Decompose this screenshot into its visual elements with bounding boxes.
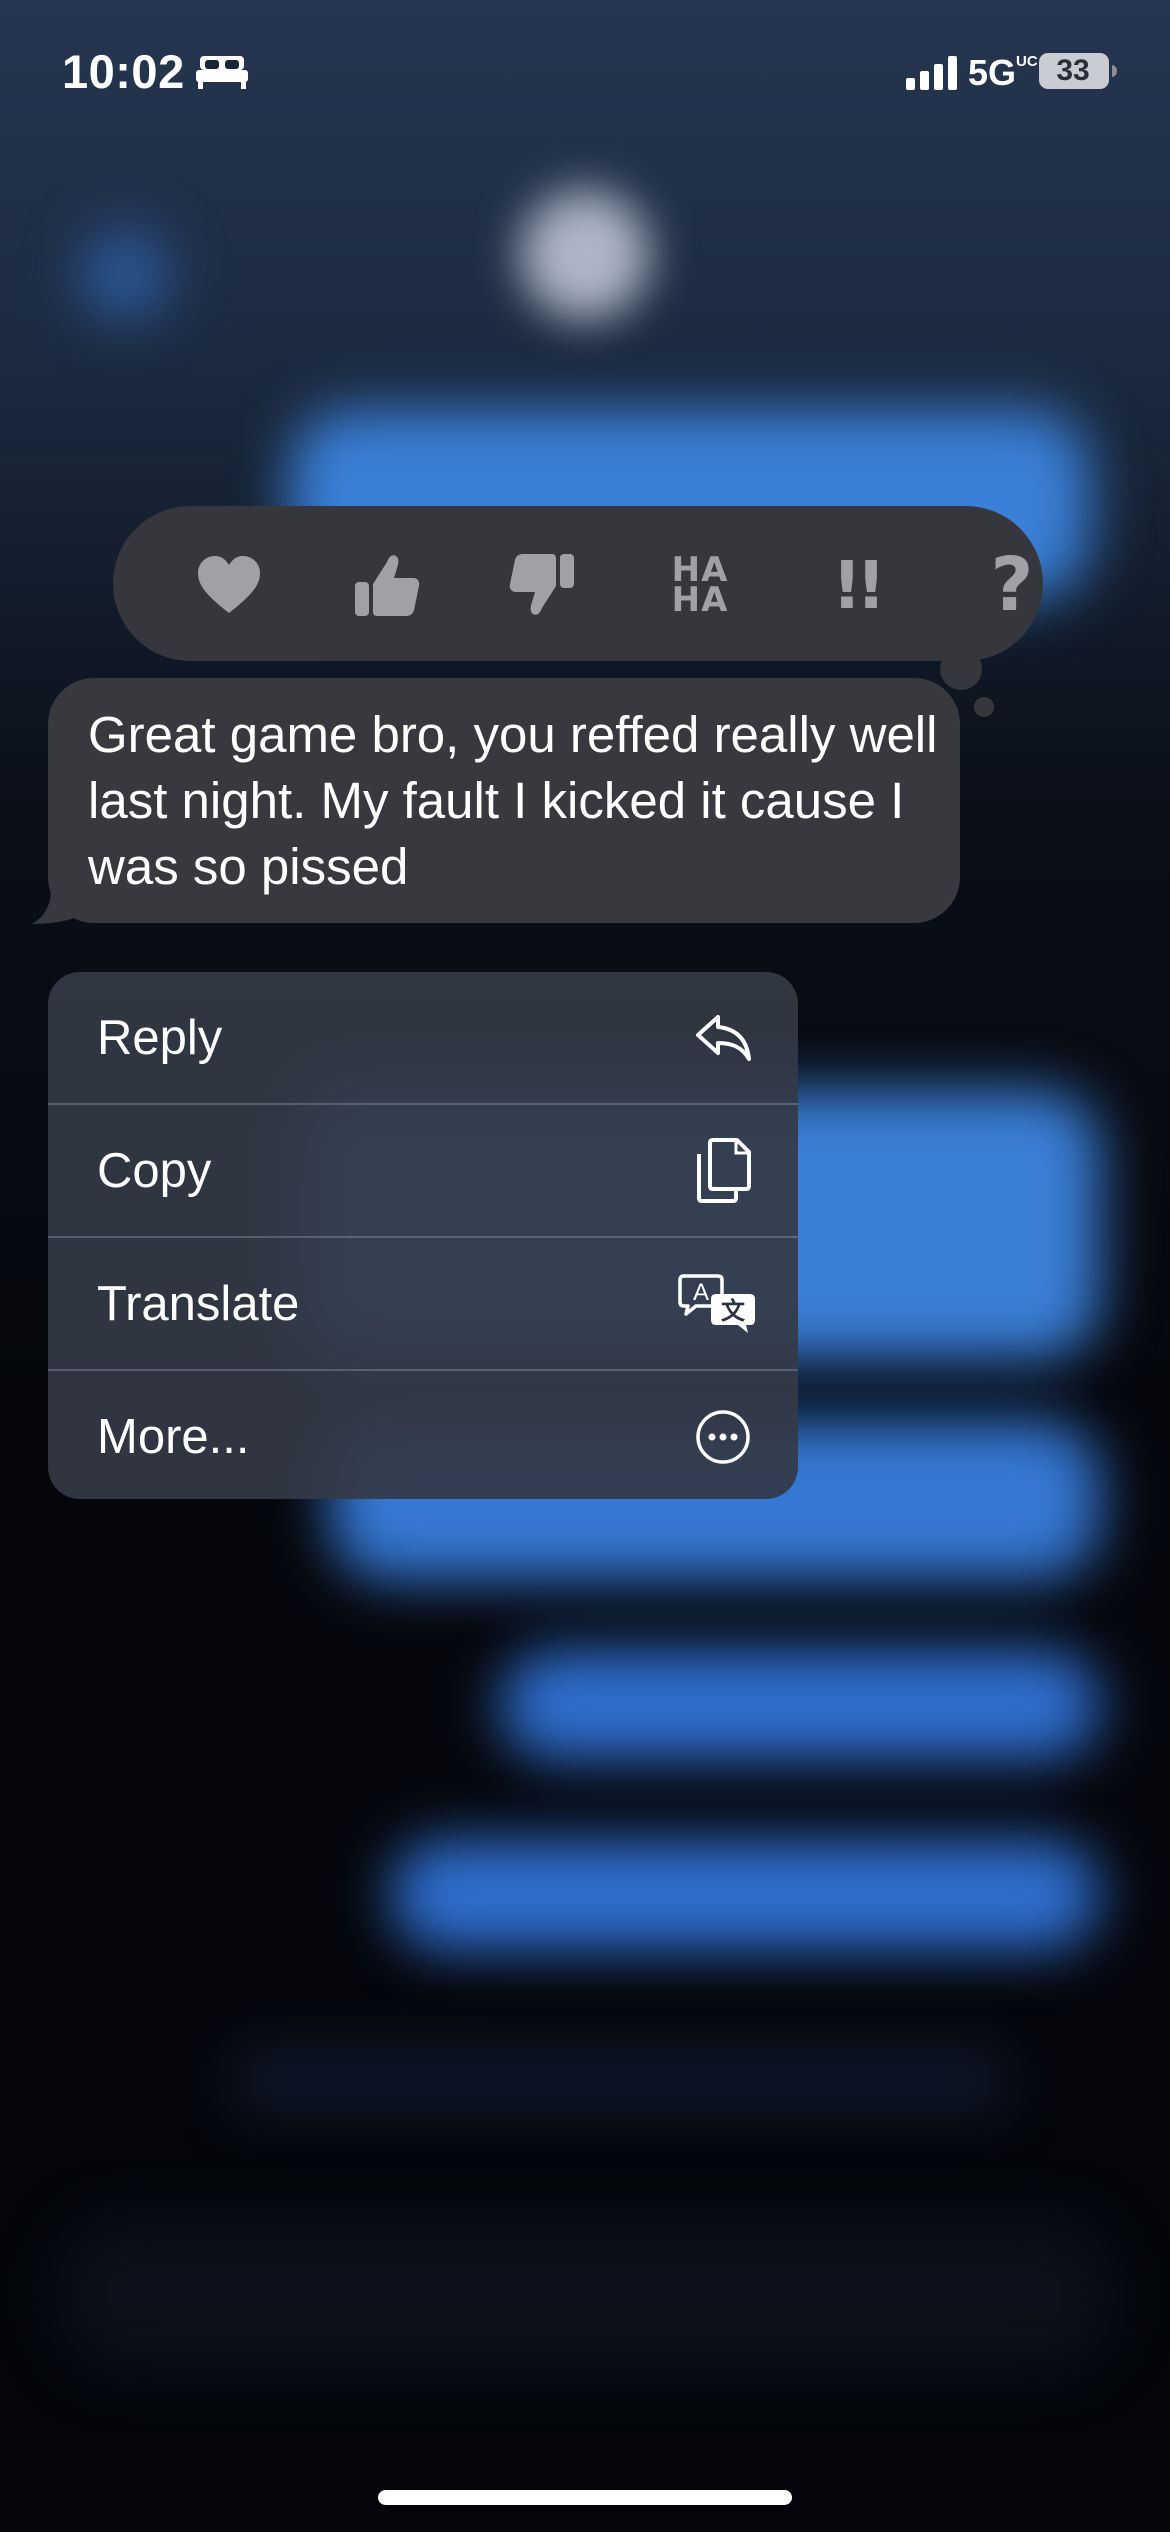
haha-label: HA HA — [671, 553, 729, 620]
copy-icon — [688, 1136, 758, 1206]
menu-item-label: Reply — [97, 1010, 223, 1065]
blurred-input-bar — [60, 2220, 1110, 2370]
thumbs-up-icon[interactable] — [344, 542, 430, 628]
home-indicator[interactable] — [378, 2490, 792, 2505]
bed-icon — [196, 56, 248, 89]
heart-icon — [198, 556, 260, 613]
svg-text:A: A — [693, 1279, 709, 1306]
signal-icon — [906, 56, 957, 90]
thumbs-up-icon — [355, 555, 420, 616]
thumbs-down-icon[interactable] — [499, 542, 585, 628]
menu-item-label: Copy — [97, 1143, 212, 1198]
battery-level: 33 — [1056, 54, 1090, 87]
question-mark-icon[interactable]: ? — [969, 542, 1055, 628]
blurred-contact-avatar — [520, 190, 650, 320]
haha-icon[interactable]: HA HA — [657, 542, 743, 628]
message-context-menu: Reply Copy Translate A 文 More... — [48, 972, 798, 1499]
reply-arrow-icon — [688, 1003, 758, 1073]
blurred-back-button — [80, 230, 170, 320]
translate-icon: A 文 — [678, 1269, 758, 1339]
blurred-message-bubble — [390, 1840, 1100, 1950]
message-text: Great game bro, you reffed really well l… — [88, 706, 938, 895]
menu-item-more[interactable]: More... — [48, 1371, 798, 1499]
svg-text:文: 文 — [721, 1297, 746, 1325]
status-bar: 10:02 5GUC 33 — [0, 0, 1170, 150]
thumbs-down-icon — [509, 554, 574, 615]
double-exclamation-icon[interactable]: !! — [813, 542, 899, 628]
ellipsis-circle-icon — [688, 1402, 758, 1472]
network-type: 5GUC — [968, 52, 1038, 93]
question-label: ? — [990, 542, 1034, 628]
heart-icon[interactable] — [186, 542, 272, 628]
menu-item-reply[interactable]: Reply — [48, 972, 798, 1103]
blurred-timestamp — [230, 2050, 1010, 2110]
menu-item-translate[interactable]: Translate A 文 — [48, 1238, 798, 1369]
tapback-bar-tail-small — [974, 697, 994, 717]
haha-label-bottom: HA — [671, 580, 729, 620]
emphasize-label: !! — [831, 546, 886, 624]
menu-item-label: More... — [97, 1409, 250, 1464]
menu-item-copy[interactable]: Copy — [48, 1105, 798, 1236]
status-time: 10:02 — [62, 45, 185, 98]
blurred-message-bubble — [500, 1650, 1100, 1760]
tapback-bar-tail — [940, 648, 982, 690]
network-label: 5G — [968, 52, 1017, 93]
menu-item-label: Translate — [97, 1276, 300, 1331]
tapback-bar: HA HA !! ? — [113, 506, 1043, 661]
received-message-bubble[interactable]: Great game bro, you reffed really well l… — [48, 678, 960, 923]
